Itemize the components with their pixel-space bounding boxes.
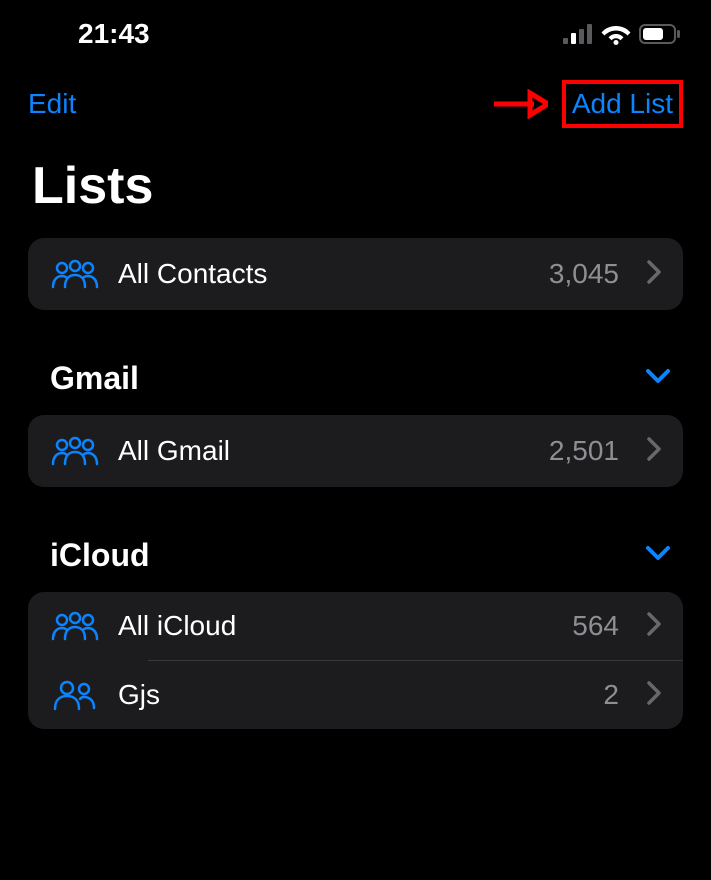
status-icons: [563, 23, 681, 45]
battery-icon: [639, 24, 681, 44]
row-label: Gjs: [118, 679, 585, 711]
page-title: Lists: [0, 138, 711, 238]
group-2-icon: [50, 679, 100, 711]
chevron-right-icon: [647, 612, 661, 641]
icloud-card: All iCloud 564 Gjs 2: [28, 592, 683, 729]
row-count: 2,501: [549, 435, 619, 467]
list-row-all-icloud[interactable]: All iCloud 564: [28, 592, 683, 660]
list-row-all-contacts[interactable]: All Contacts 3,045: [28, 238, 683, 310]
row-count: 564: [572, 610, 619, 642]
section-title: Gmail: [50, 360, 139, 397]
chevron-down-icon[interactable]: [645, 545, 671, 566]
section-title: iCloud: [50, 537, 150, 574]
row-label: All Gmail: [118, 435, 531, 467]
signal-icon: [563, 24, 593, 44]
list-row-gjs[interactable]: Gjs 2: [28, 661, 683, 729]
annotation-highlight-box: Add List: [562, 80, 683, 128]
row-count: 3,045: [549, 258, 619, 290]
nav-bar: Edit Add List: [0, 60, 711, 138]
chevron-right-icon: [647, 681, 661, 710]
chevron-right-icon: [647, 437, 661, 466]
group-icon: [50, 258, 100, 290]
status-bar: 21:43: [0, 0, 711, 60]
chevron-right-icon: [647, 260, 661, 289]
row-count: 2: [603, 679, 619, 711]
status-time: 21:43: [78, 18, 150, 50]
wifi-icon: [601, 23, 631, 45]
chevron-down-icon[interactable]: [645, 368, 671, 389]
annotation-arrow-icon: [492, 89, 548, 119]
row-label: All iCloud: [118, 610, 554, 642]
row-label: All Contacts: [118, 258, 531, 290]
section-header-gmail: Gmail: [0, 310, 711, 415]
list-row-all-gmail[interactable]: All Gmail 2,501: [28, 415, 683, 487]
all-contacts-card: All Contacts 3,045: [28, 238, 683, 310]
group-icon: [50, 435, 100, 467]
section-header-icloud: iCloud: [0, 487, 711, 592]
add-list-button[interactable]: Add List: [572, 88, 673, 120]
group-icon: [50, 610, 100, 642]
edit-button[interactable]: Edit: [28, 88, 76, 120]
gmail-card: All Gmail 2,501: [28, 415, 683, 487]
